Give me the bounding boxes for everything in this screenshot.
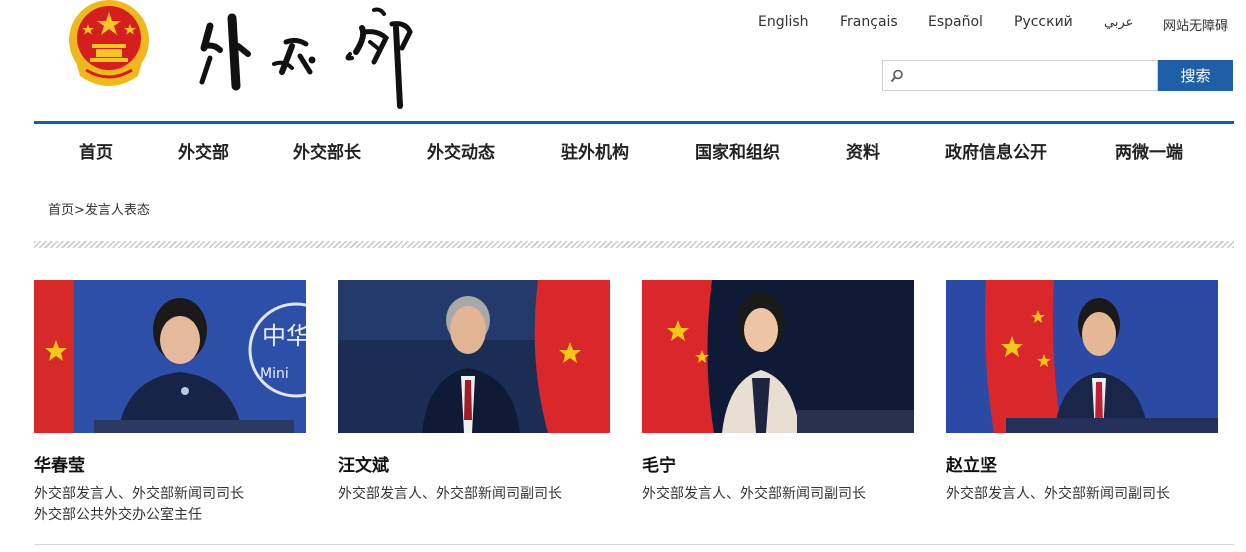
spokesperson-name[interactable]: 华春莹 <box>34 451 306 476</box>
nav-item-resources[interactable]: 资料 <box>846 138 880 163</box>
spokesperson-photo[interactable] <box>946 280 1218 433</box>
search-box <box>882 60 1158 91</box>
spokesperson-role: 外交部发言人、外交部新闻司司长 外交部公共外交办公室主任 <box>34 484 306 526</box>
breadcrumb-current: 发言人表态 <box>84 203 150 218</box>
nav-item-activities[interactable]: 外交动态 <box>427 138 495 163</box>
nav-item-countries[interactable]: 国家和组织 <box>695 138 780 163</box>
accessibility-link[interactable]: 网站无障碍 <box>1163 15 1228 34</box>
nav-item-home[interactable]: 首页 <box>79 138 113 163</box>
spokesperson-name[interactable]: 毛宁 <box>642 451 914 476</box>
nav-item-social[interactable]: 两微一端 <box>1115 138 1183 163</box>
lang-english[interactable]: English <box>758 14 809 30</box>
spokesperson-role: 外交部发言人、外交部新闻司副司长 <box>642 484 914 505</box>
spokesperson-name[interactable]: 赵立坚 <box>946 451 1218 476</box>
spokesperson-name[interactable]: 汪文斌 <box>338 451 610 476</box>
lang-arabic[interactable]: عربي <box>1104 15 1133 30</box>
lang-spanish[interactable]: Español <box>928 14 983 30</box>
role-line: 外交部公共外交办公室主任 <box>34 507 202 523</box>
search-icon <box>890 69 903 83</box>
nav-item-gov-info[interactable]: 政府信息公开 <box>945 138 1047 163</box>
spokesperson-card[interactable]: 汪文斌 外交部发言人、外交部新闻司副司长 <box>338 280 610 505</box>
breadcrumb-separator: > <box>74 203 85 218</box>
spokesperson-photo[interactable]: 中华 Mini <box>34 280 306 433</box>
national-emblem-icon <box>69 0 149 86</box>
bottom-divider <box>34 544 1234 545</box>
ministry-calligraphy-logo <box>199 7 413 109</box>
spokesperson-card[interactable]: 中华 Mini 华春莹 外交部发言人、外交部新闻司司长 外交部公共外交办公室主任 <box>34 280 306 526</box>
nav-item-ministry[interactable]: 外交部 <box>178 138 229 163</box>
role-line: 外交部发言人、外交部新闻司副司长 <box>338 486 562 502</box>
main-nav: 首页 外交部 外交部长 外交动态 驻外机构 国家和组织 资料 政府信息公开 两微… <box>34 124 1234 174</box>
role-line: 外交部发言人、外交部新闻司副司长 <box>946 486 1170 502</box>
svg-text:中华: 中华 <box>262 322 306 350</box>
spokesperson-role: 外交部发言人、外交部新闻司副司长 <box>338 484 610 505</box>
spokesperson-card[interactable]: 赵立坚 外交部发言人、外交部新闻司副司长 <box>946 280 1218 505</box>
spokesperson-role: 外交部发言人、外交部新闻司副司长 <box>946 484 1218 505</box>
nav-item-missions[interactable]: 驻外机构 <box>561 138 629 163</box>
search-input[interactable] <box>909 63 1153 90</box>
lang-french[interactable]: Français <box>840 14 898 30</box>
role-line: 外交部发言人、外交部新闻司副司长 <box>642 486 866 502</box>
nav-item-minister[interactable]: 外交部长 <box>293 138 361 163</box>
language-bar: English Français Español Русский عربي 网站… <box>740 14 1236 34</box>
svg-text:Mini: Mini <box>260 366 289 382</box>
spokesperson-photo[interactable] <box>338 280 610 433</box>
breadcrumb: 首页>发言人表态 <box>48 199 150 218</box>
hatched-divider <box>34 241 1234 248</box>
role-line: 外交部发言人、外交部新闻司司长 <box>34 486 244 502</box>
spokesperson-photo[interactable] <box>642 280 914 433</box>
spokesperson-card[interactable]: 毛宁 外交部发言人、外交部新闻司副司长 <box>642 280 914 505</box>
lang-russian[interactable]: Русский <box>1014 14 1073 30</box>
breadcrumb-home[interactable]: 首页 <box>48 203 74 218</box>
search-button[interactable]: 搜索 <box>1158 60 1233 91</box>
